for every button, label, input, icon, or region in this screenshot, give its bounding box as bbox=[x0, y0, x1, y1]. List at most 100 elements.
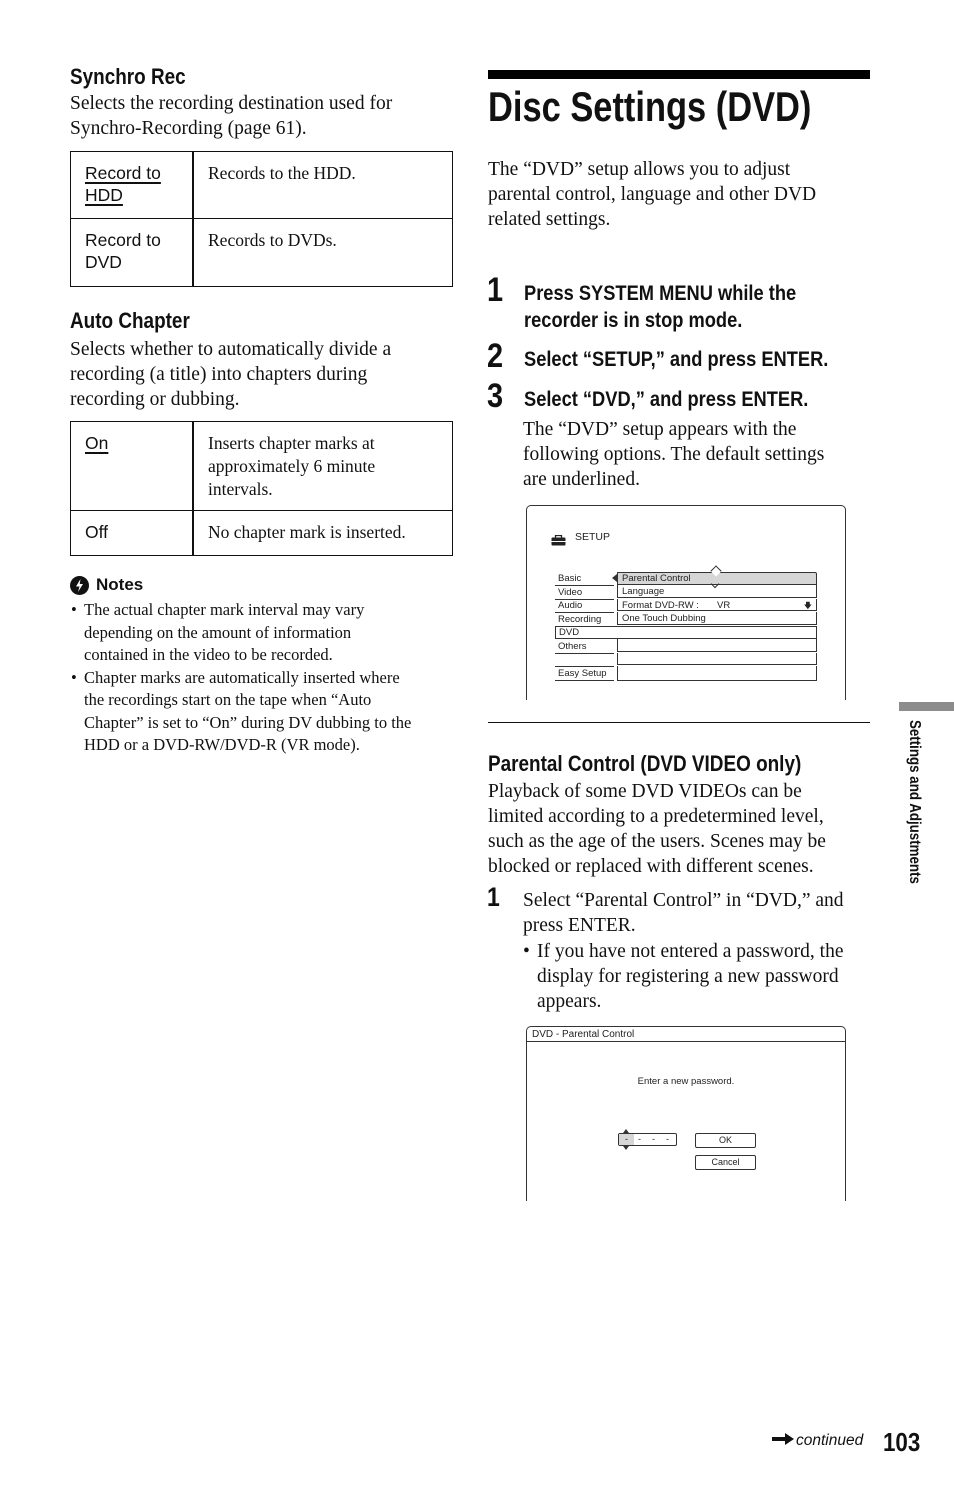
cancel-button[interactable]: Cancel bbox=[695, 1155, 756, 1170]
step-line: Select “Parental Control” in “DVD,” and bbox=[523, 890, 844, 911]
note-item: Chapter marks are automatically inserted… bbox=[70, 667, 460, 757]
auto-chapter-heading: Auto Chapter bbox=[70, 308, 190, 333]
notes-header: Notes bbox=[70, 575, 143, 595]
password-prompt: Enter a new password. bbox=[637, 1076, 735, 1087]
table-row: On Inserts chapter marks at approximatel… bbox=[70, 421, 453, 511]
note-line: following options. The default settings bbox=[523, 444, 825, 465]
option-value: Records to DVDs. bbox=[192, 218, 453, 287]
step-line: recorder is in stop mode. bbox=[524, 308, 743, 332]
option-value: Inserts chapter marks at approximately 6… bbox=[192, 421, 453, 511]
key-line: Record to bbox=[85, 230, 161, 250]
menu-left-item-easy-setup[interactable]: Easy Setup bbox=[555, 667, 614, 681]
key-line: On bbox=[85, 433, 109, 453]
desc-line: blocked or replaced with different scene… bbox=[488, 856, 814, 877]
selection-pointer-icon bbox=[612, 574, 617, 582]
parental-step-text: Select “Parental Control” in “DVD,” and … bbox=[523, 888, 883, 938]
menu-item-empty bbox=[617, 652, 817, 665]
key-line: Record to bbox=[85, 163, 161, 183]
menu-left-item-others[interactable]: Others bbox=[555, 640, 614, 654]
synchro-rec-table: Record to HDD Records to the HDD. Record … bbox=[70, 151, 453, 287]
note-line: The “DVD” setup appears with the bbox=[523, 419, 797, 440]
note-line: HDD or a DVD-RW/DVD-R (VR mode). bbox=[84, 735, 360, 754]
format-value: VR bbox=[717, 599, 731, 611]
intro-line: The “DVD” setup allows you to adjust bbox=[488, 159, 791, 180]
step-line: Select “DVD,” and press ENTER. bbox=[524, 387, 809, 411]
menu-left-item-dvd[interactable]: DVD bbox=[555, 626, 817, 639]
password-digit-1[interactable]: - bbox=[619, 1134, 634, 1145]
notes-list: The actual chapter mark interval may var… bbox=[70, 599, 460, 757]
step-line: Press SYSTEM MENU while the bbox=[524, 281, 797, 305]
note-line: the recordings start on the tape when “A… bbox=[84, 690, 372, 709]
desc-line: such as the age of the users. Scenes may… bbox=[488, 831, 826, 852]
key-line: DVD bbox=[85, 252, 122, 272]
note-line: The actual chapter mark interval may var… bbox=[84, 600, 365, 619]
note-item: The actual chapter mark interval may var… bbox=[70, 599, 460, 667]
ok-button[interactable]: OK bbox=[695, 1133, 756, 1148]
menu-item-empty bbox=[617, 639, 817, 652]
side-tab: Settings and Adjustments bbox=[902, 720, 924, 930]
password-digit-3[interactable]: - bbox=[652, 1134, 655, 1145]
menu-item-format-dvd-rw[interactable]: Format DVD-RW : VR 🡇 bbox=[617, 598, 817, 611]
option-value: Records to the HDD. bbox=[192, 151, 453, 219]
menu-left-item-basic[interactable]: Basic bbox=[555, 572, 614, 586]
notes-icon bbox=[70, 575, 89, 595]
table-row: Record to HDD Records to the HDD. bbox=[70, 151, 453, 219]
side-tab-marker bbox=[899, 702, 954, 711]
value-line: No chapter mark is inserted. bbox=[208, 522, 406, 542]
menu-left-item-video[interactable]: Video bbox=[555, 586, 614, 600]
desc-line: Selects the recording destination used f… bbox=[70, 93, 393, 114]
password-digit-4[interactable]: - bbox=[666, 1134, 669, 1145]
section-divider bbox=[488, 722, 870, 723]
bullet-icon: • bbox=[523, 941, 530, 962]
desc-line: Selects whether to automatically divide … bbox=[70, 339, 392, 360]
intro-line: parental control, language and other DVD bbox=[488, 184, 817, 205]
value-line: Inserts chapter marks at bbox=[208, 433, 375, 453]
password-input[interactable]: - - - - bbox=[618, 1129, 677, 1150]
step-number: 3 bbox=[487, 377, 504, 415]
note-line: Chapter marks are automatically inserted… bbox=[84, 667, 400, 687]
option-key: On bbox=[70, 421, 194, 511]
menu-item-one-touch-dubbing[interactable]: One Touch Dubbing bbox=[617, 612, 817, 625]
step-text: Select “SETUP,” and press ENTER. bbox=[524, 346, 828, 373]
title-rule bbox=[488, 70, 870, 79]
format-label: Format DVD-RW : bbox=[622, 599, 699, 611]
intro-line: related settings. bbox=[488, 209, 611, 230]
bullet-line: display for registering a new password bbox=[537, 966, 839, 987]
desc-line: Synchro-Recording (page 61). bbox=[70, 118, 307, 139]
digit-down-arrow-icon bbox=[623, 1146, 629, 1150]
step-number: 1 bbox=[487, 882, 500, 912]
menu-left-item-blank bbox=[555, 653, 614, 667]
note-line: depending on the amount of information bbox=[84, 622, 352, 642]
page-number: 103 bbox=[883, 1427, 921, 1457]
continued-label: continued bbox=[796, 1432, 864, 1449]
digit-up-arrow-icon bbox=[623, 1129, 629, 1133]
auto-chapter-description: Selects whether to automatically divide … bbox=[70, 337, 460, 412]
menu-left-item-recording[interactable]: Recording bbox=[555, 613, 614, 627]
step-note: The “DVD” setup appears with the followi… bbox=[523, 417, 873, 492]
menu-item-language[interactable]: Language bbox=[617, 585, 817, 598]
option-value: No chapter mark is inserted. bbox=[192, 510, 453, 556]
setup-title: SETUP bbox=[575, 531, 611, 543]
value-line: intervals. bbox=[208, 479, 273, 499]
option-key: Record to DVD bbox=[70, 218, 194, 287]
step-text: Select “DVD,” and press ENTER. bbox=[524, 386, 808, 413]
menu-left-item-audio[interactable]: Audio bbox=[555, 599, 614, 613]
parental-control-description: Playback of some DVD VIDEOs can be limit… bbox=[488, 779, 878, 879]
intro-text: The “DVD” setup allows you to adjust par… bbox=[488, 157, 878, 232]
desc-line: recording (a title) into chapters during bbox=[70, 364, 368, 385]
menu-item-empty bbox=[617, 666, 817, 681]
bullet-line: If you have not entered a password, the bbox=[537, 941, 844, 962]
password-digit-2[interactable]: - bbox=[638, 1134, 641, 1145]
desc-line: limited according to a predetermined lev… bbox=[488, 806, 824, 827]
note-line: Chapter” is set to “On” during DV dubbin… bbox=[84, 712, 412, 732]
table-row: Off No chapter mark is inserted. bbox=[70, 510, 453, 556]
value-line: approximately 6 minute bbox=[208, 456, 376, 476]
synchro-rec-heading: Synchro Rec bbox=[70, 64, 186, 89]
page-title: Disc Settings (DVD) bbox=[488, 83, 812, 130]
arrow-down-icon: 🡇 bbox=[803, 600, 812, 610]
bullet-line: appears. bbox=[537, 991, 602, 1012]
password-screen-title: DVD - Parental Control bbox=[527, 1027, 845, 1042]
note-line: are underlined. bbox=[523, 469, 640, 490]
key-line: Off bbox=[85, 522, 109, 542]
password-screen: DVD - Parental Control Enter a new passw… bbox=[526, 1026, 846, 1201]
